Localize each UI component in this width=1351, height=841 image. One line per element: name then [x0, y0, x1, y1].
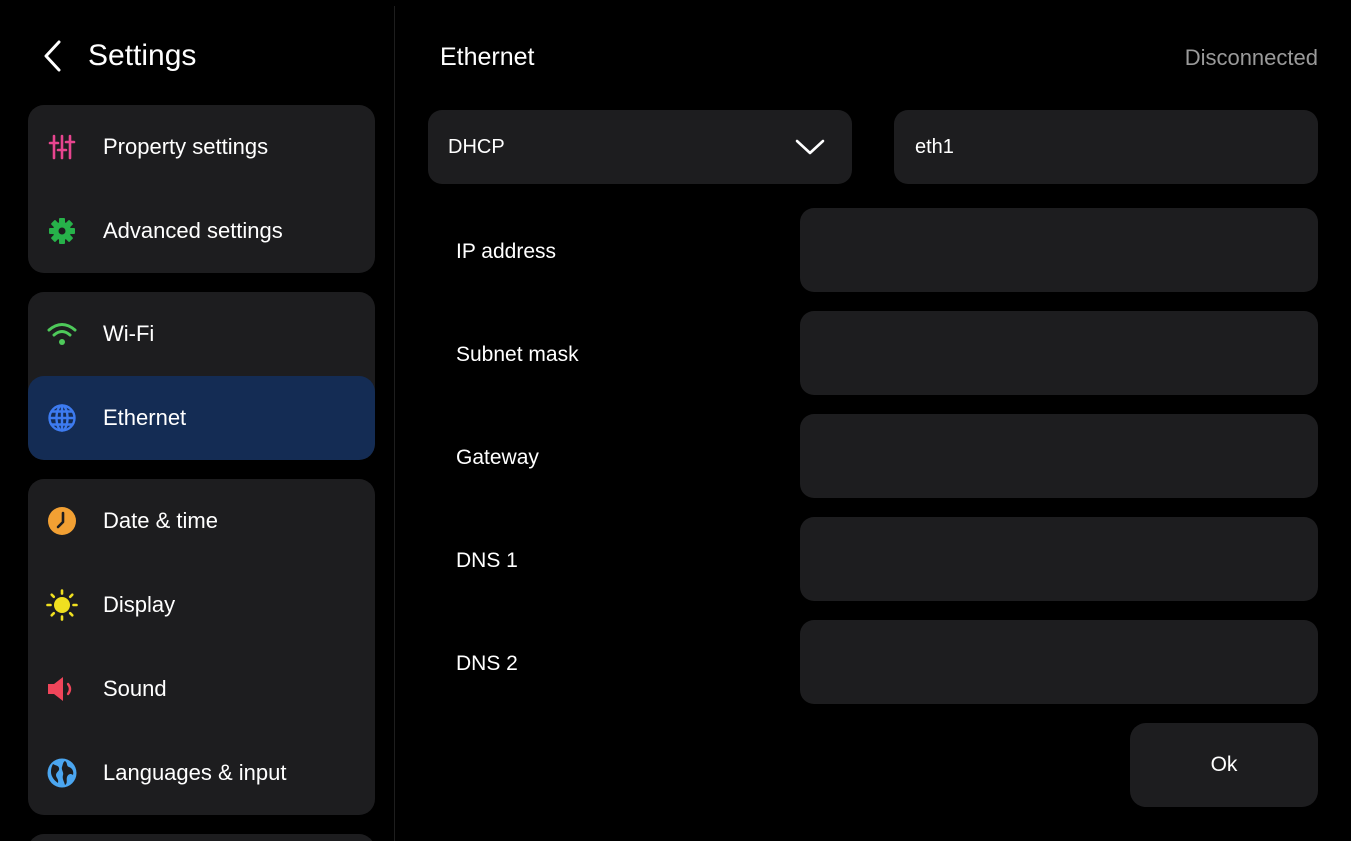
sidebar-item-label: Sound — [103, 676, 167, 701]
settings-group-device: Date & time Display Sound Languages & in… — [28, 479, 375, 815]
globe-icon — [46, 402, 78, 434]
gear-icon — [46, 215, 78, 247]
dns2-label: DNS 2 — [456, 652, 518, 675]
speaker-icon — [46, 673, 78, 705]
sliders-icon — [46, 131, 78, 163]
sun-icon — [46, 589, 78, 621]
sidebar-item-property-settings[interactable]: Property settings — [28, 105, 375, 189]
gateway-label: Gateway — [456, 446, 539, 469]
interface-value: eth1 — [915, 136, 954, 158]
settings-group-more — [28, 834, 375, 841]
sidebar-item-label: Advanced settings — [103, 218, 283, 243]
dns1-label: DNS 1 — [456, 549, 518, 572]
subnet-mask-label: Subnet mask — [456, 343, 579, 366]
ip-mode-dropdown[interactable]: DHCP — [428, 110, 852, 184]
sidebar-item-ethernet[interactable]: Ethernet — [28, 376, 375, 460]
gateway-input[interactable] — [800, 414, 1318, 498]
sidebar-header: Settings — [6, 6, 395, 104]
interface-field[interactable]: eth1 — [894, 110, 1318, 184]
sidebar: Settings Property settings Advanced sett… — [6, 6, 395, 841]
ip-mode-value: DHCP — [448, 136, 505, 158]
dns1-input[interactable] — [800, 517, 1318, 601]
panel-title: Ethernet — [440, 43, 535, 71]
settings-group-system: Property settings Advanced settings — [28, 105, 375, 273]
sidebar-item-wifi[interactable]: Wi-Fi — [28, 292, 375, 376]
sidebar-item-display[interactable]: Display — [28, 563, 375, 647]
sidebar-item-sound[interactable]: Sound — [28, 647, 375, 731]
chevron-left-icon — [44, 40, 61, 72]
sidebar-item-label: Ethernet — [103, 405, 187, 430]
sidebar-item-label: Display — [103, 592, 176, 617]
chevron-down-icon — [795, 139, 825, 155]
earth-icon — [46, 757, 78, 789]
sidebar-item-advanced-settings[interactable]: Advanced settings — [28, 189, 375, 273]
sidebar-item-languages-input[interactable]: Languages & input — [28, 731, 375, 815]
dns2-input[interactable] — [800, 620, 1318, 704]
page-title: Settings — [88, 39, 197, 72]
wifi-icon — [46, 318, 78, 350]
sidebar-item-date-time[interactable]: Date & time — [28, 479, 375, 563]
sidebar-item-label: Wi-Fi — [103, 321, 155, 346]
settings-group-network: Wi-Fi Ethernet — [28, 292, 375, 460]
settings-screen: Settings Property settings Advanced sett… — [6, 6, 1351, 841]
ok-button[interactable]: Ok — [1130, 723, 1318, 807]
ip-address-label: IP address — [456, 240, 557, 263]
ethernet-panel: Ethernet Disconnected DHCP eth1 IP addre… — [396, 6, 1351, 841]
connection-status: Disconnected — [1184, 45, 1318, 70]
subnet-mask-input[interactable] — [800, 311, 1318, 395]
sidebar-item-label: Date & time — [103, 508, 218, 533]
ip-address-input[interactable] — [800, 208, 1318, 292]
sidebar-item-label: Languages & input — [103, 760, 287, 785]
clock-icon — [46, 505, 78, 537]
sidebar-item-label: Property settings — [103, 134, 269, 159]
back-button[interactable] — [40, 36, 66, 76]
